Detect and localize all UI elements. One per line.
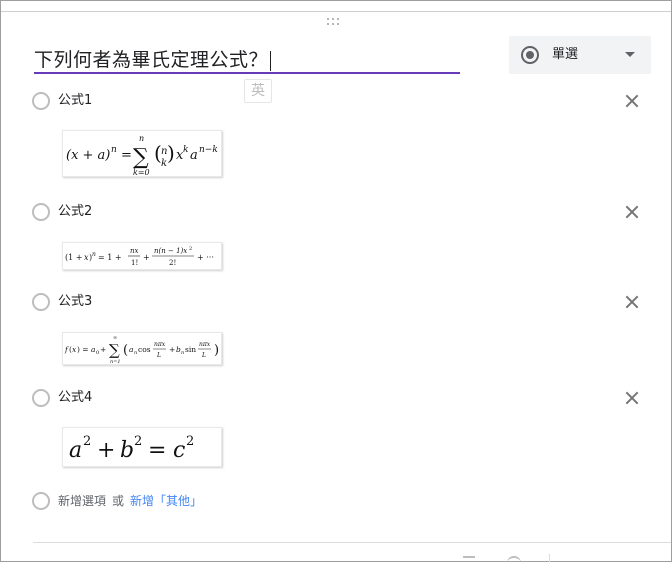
radio-button-icon <box>521 46 539 64</box>
option-label-input[interactable]: 公式3 <box>58 293 92 311</box>
svg-text:1!: 1! <box>131 259 138 267</box>
add-option-row: 新增選項或新增「其他」 <box>32 490 332 512</box>
svg-text:nπx: nπx <box>154 341 166 348</box>
svg-text:(: ( <box>123 343 128 358</box>
option-image-1: (x + a) n = ∑ n k=0 ( n k ) x k a n−k <box>62 130 222 177</box>
option-image-3: f ( x ) = a 0 + ∑ ∞ n=1 ( a n cos nπx L … <box>62 332 222 365</box>
formula-2-image: (1 + x ) n = 1 + nx 1! + n(n − 1)x 2 2! … <box>65 246 214 267</box>
svg-text:(1 +: (1 + <box>65 253 82 262</box>
svg-text:k=0: k=0 <box>133 168 150 176</box>
formula-4-image: a 2 + b 2 = c 2 <box>69 434 194 463</box>
option-label-input[interactable]: 公式2 <box>58 203 92 221</box>
option-radio-icon[interactable] <box>32 92 50 110</box>
text-caret <box>270 50 272 71</box>
formula-3-image: f ( x ) = a 0 + ∑ ∞ n=1 ( a n cos nπx L … <box>64 335 219 364</box>
question-title-input[interactable]: 下列何者為畢氏定理公式？ <box>34 47 459 73</box>
svg-text:+: + <box>97 438 115 463</box>
svg-text:b: b <box>120 438 134 463</box>
add-option-text: 新增選項或新增「其他」 <box>58 492 202 510</box>
svg-text:=: = <box>121 148 132 163</box>
option-row-2: 公式2 <box>32 201 642 223</box>
option-label-input[interactable]: 公式4 <box>58 389 92 407</box>
question-title-text: 下列何者為畢氏定理公式？ <box>34 49 269 71</box>
svg-text:2!: 2! <box>169 259 176 267</box>
svg-text:+: + <box>169 345 175 354</box>
option-radio-icon[interactable] <box>32 293 50 311</box>
svg-text:): ) <box>214 343 219 358</box>
svg-text:a: a <box>69 438 82 463</box>
svg-text:0: 0 <box>96 350 99 356</box>
svg-text:n: n <box>92 251 96 258</box>
svg-text:n: n <box>181 350 184 356</box>
svg-text:n−k: n−k <box>199 145 218 155</box>
svg-text:n: n <box>139 134 144 143</box>
card-top-border <box>1 1 671 12</box>
svg-text:+: + <box>143 253 150 262</box>
option-row-4: 公式4 <box>32 387 642 409</box>
svg-text:) =: ) = <box>77 345 89 354</box>
svg-text:+: + <box>100 345 106 354</box>
option-radio-icon[interactable] <box>32 203 50 221</box>
delete-icon[interactable] <box>507 556 521 564</box>
question-input-underline <box>34 72 460 74</box>
svg-text:n: n <box>134 350 137 356</box>
svg-text:a: a <box>129 345 133 354</box>
svg-text:2: 2 <box>186 434 194 449</box>
svg-text:=: = <box>148 438 166 463</box>
svg-text:n: n <box>111 145 117 155</box>
svg-text:∞: ∞ <box>113 335 117 341</box>
svg-text:2: 2 <box>134 434 142 449</box>
svg-text:nπx: nπx <box>199 341 211 348</box>
chevron-down-icon <box>625 52 635 57</box>
option-radio-icon <box>32 492 50 510</box>
svg-text:nx: nx <box>130 247 139 255</box>
svg-text:a: a <box>91 345 95 354</box>
card-footer-divider <box>33 542 671 543</box>
remove-option-icon[interactable] <box>622 202 642 222</box>
option-row-1: 公式1 <box>32 90 642 112</box>
svg-text:= 1 +: = 1 + <box>98 253 122 262</box>
svg-text:(x + a): (x + a) <box>66 148 110 163</box>
svg-text:2: 2 <box>83 434 91 449</box>
question-type-dropdown[interactable]: 單選 <box>509 36 651 74</box>
question-type-label: 單選 <box>552 47 579 62</box>
svg-text:cos: cos <box>138 345 151 354</box>
remove-option-icon[interactable] <box>622 91 642 111</box>
formula-1-image: (x + a) n = ∑ n k=0 ( n k ) x k a n−k <box>66 134 218 176</box>
svg-text:∑: ∑ <box>109 341 120 359</box>
option-row-3: 公式3 <box>32 291 642 313</box>
remove-option-icon[interactable] <box>622 292 642 312</box>
svg-text:2: 2 <box>189 246 192 252</box>
or-label: 或 <box>112 494 125 508</box>
svg-text:): ) <box>167 141 175 165</box>
svg-text:c: c <box>173 438 185 463</box>
svg-text:L: L <box>201 352 206 359</box>
remove-option-icon[interactable] <box>622 388 642 408</box>
svg-text:n(n − 1)x: n(n − 1)x <box>154 247 187 255</box>
svg-text:L: L <box>156 352 161 359</box>
svg-text:sin: sin <box>185 345 196 354</box>
footer-vertical-divider <box>549 554 550 562</box>
svg-text:+ ···: + ··· <box>197 253 214 262</box>
add-option-link[interactable]: 新增選項 <box>58 494 106 508</box>
add-other-option-link[interactable]: 新增「其他」 <box>130 494 202 508</box>
option-image-2: (1 + x ) n = 1 + nx 1! + n(n − 1)x 2 2! … <box>62 242 222 270</box>
svg-text:∑: ∑ <box>133 145 149 170</box>
drag-handle-icon[interactable] <box>327 17 343 27</box>
svg-text:k: k <box>183 145 188 155</box>
duplicate-icon[interactable] <box>463 556 475 564</box>
option-radio-icon[interactable] <box>32 389 50 407</box>
option-image-4: a 2 + b 2 = c 2 <box>62 427 222 467</box>
question-card: 下列何者為畢氏定理公式？ 英 單選 公式1 (x + a) n = ∑ n k=… <box>0 0 672 562</box>
svg-text:n=1: n=1 <box>110 359 121 364</box>
option-label-input[interactable]: 公式1 <box>58 92 92 110</box>
svg-text:a: a <box>190 148 198 163</box>
